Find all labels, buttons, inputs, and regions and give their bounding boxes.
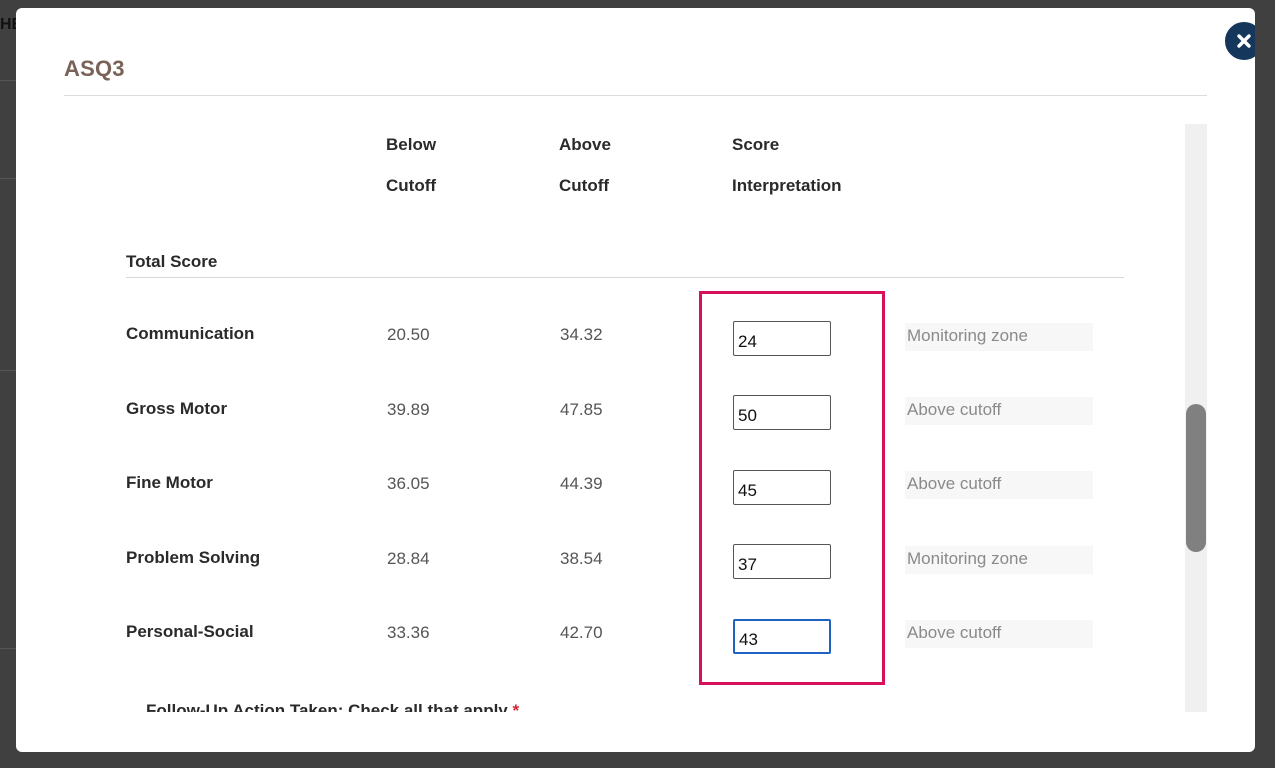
above-cutoff-value: 44.39 [560, 474, 603, 493]
interpretation-fine-motor: Above cutoff [905, 471, 1093, 499]
above-cutoff-value: 34.32 [560, 325, 603, 344]
above-cutoff-value: 42.70 [560, 623, 603, 642]
row-label-gross-motor: Gross Motor [126, 399, 228, 418]
above-cutoff-value: 47.85 [560, 400, 603, 419]
header-below-cutoff: Below Cutoff [386, 135, 437, 195]
row-label-personal-social: Personal-Social [126, 622, 254, 641]
section-divider [126, 277, 1124, 278]
header-above-cutoff: Above Cutoff [559, 135, 611, 195]
below-cutoff-value: 28.84 [387, 549, 430, 568]
section-title: Total Score [126, 252, 218, 271]
row-label-problem-solving: Problem Solving [126, 548, 261, 567]
score-highlight-box [699, 291, 885, 685]
header-score-interpretation: Score Interpretation [732, 135, 842, 195]
below-cutoff-value: 20.50 [387, 325, 430, 344]
modal-scroll-area[interactable]: Below Cutoff Above Cutoff Score Interpre… [64, 124, 1189, 712]
modal-title: ASQ3 [64, 56, 125, 81]
interpretation-personal-social: Above cutoff [905, 620, 1093, 648]
below-cutoff-value: 39.89 [387, 400, 430, 419]
below-cutoff-value: 33.36 [387, 623, 430, 642]
interpretation-gross-motor: Above cutoff [905, 397, 1093, 425]
follow-up-label: Follow-Up Action Taken: Check all that a… [146, 704, 519, 712]
above-cutoff-value: 38.54 [560, 549, 603, 568]
required-marker: * [513, 704, 520, 712]
row-label-communication: Communication [126, 324, 255, 343]
title-divider [64, 95, 1207, 96]
interpretation-problem-solving: Monitoring zone [905, 546, 1093, 574]
close-icon [1237, 34, 1251, 48]
interpretation-communication: Monitoring zone [905, 323, 1093, 351]
asq3-modal: ASQ3 Below Cutoff Above Cutoff Score Int… [16, 8, 1255, 752]
scrollbar-thumb[interactable] [1186, 404, 1206, 552]
below-cutoff-value: 36.05 [387, 474, 430, 493]
close-button[interactable] [1223, 20, 1255, 62]
row-label-fine-motor: Fine Motor [126, 473, 213, 492]
